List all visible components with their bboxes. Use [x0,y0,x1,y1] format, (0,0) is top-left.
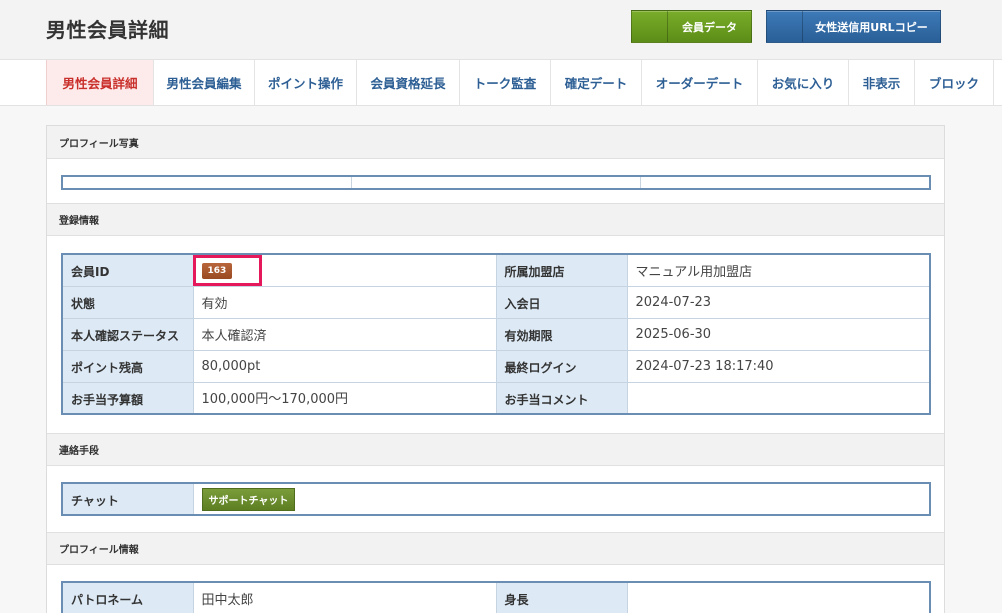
status-value: 有効 [192,285,497,319]
last-login-value: 2024-07-23 18:17:40 [626,349,931,383]
join-date-value: 2024-07-23 [626,285,931,319]
member-data-button[interactable]: 会員データ [631,10,752,43]
allowance-comment-value [626,381,931,415]
photo-slot[interactable] [63,177,352,188]
tab-member-detail[interactable]: 男性会員詳細 [46,60,154,105]
page-header: 男性会員詳細 会員データ 女性送信用URLコピー [0,0,1002,56]
section-profile-info-header: プロフィール情報 [47,532,944,565]
patron-name-label: パトロネーム [61,581,194,613]
tab-order-date[interactable]: オーダーデート [642,60,758,105]
female-url-copy-button[interactable]: 女性送信用URLコピー [766,10,941,43]
profile-photo-strip [61,175,931,190]
tab-favorites[interactable]: お気に入り [758,60,849,105]
table-row: お手当予算額 100,000円〜170,000円 お手当コメント [61,381,931,415]
tab-point-operation[interactable]: ポイント操作 [255,60,357,105]
allowance-budget-value: 100,000円〜170,000円 [192,381,497,415]
height-label: 身長 [495,581,628,613]
tab-bar: 男性会員詳細 男性会員編集 ポイント操作 会員資格延長 トーク監査 確定デート … [0,59,1002,106]
section-profile-photo-header: プロフィール写真 [47,126,944,159]
member-id-label: 会員ID [61,253,194,287]
table-row: パトロネーム 田中太郎 身長 [61,581,931,613]
photo-slot[interactable] [352,177,641,188]
table-row: ポイント残高 80,000pt 最終ログイン 2024-07-23 18:17:… [61,349,931,383]
store-label: 所属加盟店 [495,253,628,287]
tab-block[interactable]: ブロック [915,60,994,105]
tab-member-edit[interactable]: 男性会員編集 [154,60,255,105]
allowance-comment-label: お手当コメント [495,381,628,415]
registration-table: 会員ID 163 所属加盟店 マニュアル用加盟店 状態 有効 入会日 2024-… [61,253,931,415]
section-registration-header: 登録情報 [47,203,944,236]
tab-hidden[interactable]: 非表示 [849,60,915,105]
chat-cell: サポートチャット [192,482,931,516]
member-id-highlight-box [193,255,262,286]
table-row: 本人確認ステータス 本人確認済 有効期限 2025-06-30 [61,317,931,351]
member-detail-card: プロフィール写真 登録情報 会員ID 163 所属加盟店 マニュアル用加盟店 状… [46,125,945,613]
section-contact-header: 連絡手段 [47,433,944,466]
last-login-label: 最終ログイン [495,349,628,383]
photo-slot[interactable] [641,177,929,188]
tab-talk-audit[interactable]: トーク監査 [460,60,551,105]
chat-label: チャット [61,482,194,516]
expiry-value: 2025-06-30 [626,317,931,351]
allowance-budget-label: お手当予算額 [61,381,194,415]
status-label: 状態 [61,285,194,319]
tab-membership-extension[interactable]: 会員資格延長 [357,60,460,105]
support-chat-button[interactable]: サポートチャット [201,487,296,511]
contact-table: チャット サポートチャット [61,482,931,516]
points-value: 80,000pt [192,349,497,383]
table-row: 状態 有効 入会日 2024-07-23 [61,285,931,319]
main-content: プロフィール写真 登録情報 会員ID 163 所属加盟店 マニュアル用加盟店 状… [0,106,1002,613]
button-divider [632,11,668,42]
profile-table: パトロネーム 田中太郎 身長 [61,581,931,613]
expiry-label: 有効期限 [495,317,628,351]
page-title: 男性会員詳細 [46,18,169,42]
verification-value: 本人確認済 [192,317,497,351]
female-url-copy-button-label: 女性送信用URLコピー [815,20,928,34]
height-value [626,581,931,613]
button-divider [767,11,803,42]
store-value: マニュアル用加盟店 [626,253,931,287]
table-row: チャット サポートチャット [61,482,931,516]
tab-confirmed-date[interactable]: 確定デート [551,60,642,105]
member-data-button-label: 会員データ [682,20,737,34]
verification-label: 本人確認ステータス [61,317,194,351]
patron-name-value: 田中太郎 [192,581,497,613]
join-date-label: 入会日 [495,285,628,319]
points-label: ポイント残高 [61,349,194,383]
